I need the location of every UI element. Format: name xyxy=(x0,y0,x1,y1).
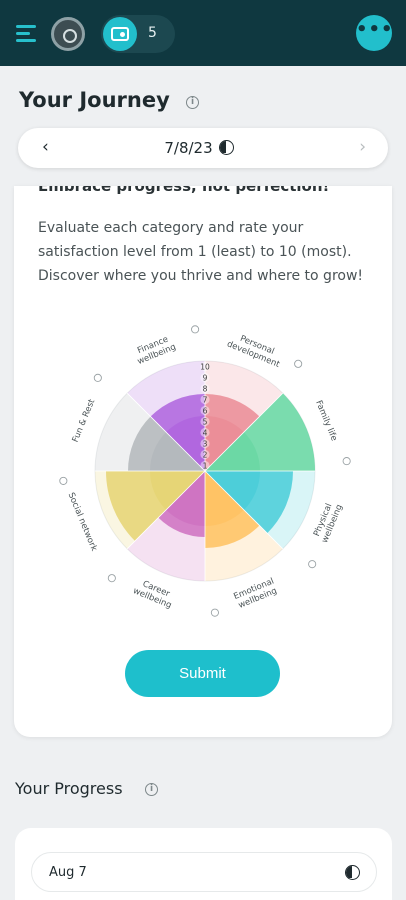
info-icon[interactable] xyxy=(93,373,102,382)
life-wheel[interactable]: Personaldevelopment Family life Physicalwe… xyxy=(55,321,355,621)
wheel-label-physical-wellbeing: Physicalwellbeing xyxy=(311,499,345,544)
date-selector: ‹ 7/8/23 › xyxy=(18,128,388,168)
scale-label: 10 xyxy=(200,363,210,372)
top-app-bar: 5 ••• xyxy=(0,0,406,66)
more-options-button[interactable]: ••• xyxy=(356,15,394,51)
wheel-label-family-life: Family life xyxy=(313,399,339,443)
scale-label: 4 xyxy=(203,429,208,438)
badge-count: 5 xyxy=(148,25,157,41)
progress-card: Aug 7 xyxy=(15,828,392,900)
wheel-label-finance-wellbeing: Financewellbeing xyxy=(132,333,177,367)
scale-label: 6 xyxy=(203,407,208,416)
info-icon[interactable]: i xyxy=(186,96,199,109)
info-icon[interactable] xyxy=(191,325,200,334)
info-icon[interactable] xyxy=(294,359,303,368)
info-icon[interactable] xyxy=(210,608,219,617)
rewards-badge[interactable]: 5 xyxy=(101,15,175,53)
scale-label: 2 xyxy=(203,451,208,460)
wheel-label-social-network: Social network xyxy=(66,491,99,553)
menu-icon[interactable] xyxy=(16,22,38,44)
wheel-label-personal-development: Personaldevelopment xyxy=(225,330,285,370)
progress-entry[interactable]: Aug 7 xyxy=(31,852,377,892)
page-title: Your Journey xyxy=(19,88,170,112)
scale-label: 5 xyxy=(203,418,208,427)
current-date[interactable]: 7/8/23 xyxy=(18,139,388,157)
scale-label: 7 xyxy=(203,396,208,405)
moon-phase-icon xyxy=(345,865,360,880)
info-icon[interactable]: i xyxy=(145,783,158,796)
wallet-icon xyxy=(103,17,137,51)
wheel-label-career-wellbeing: Careerwellbeing xyxy=(131,577,176,611)
scale-label: 9 xyxy=(203,374,208,383)
date-label: 7/8/23 xyxy=(164,139,213,157)
info-icon[interactable] xyxy=(308,560,317,569)
scale-label: 8 xyxy=(203,385,208,394)
scale-label: 3 xyxy=(203,440,208,449)
scale-label: 1 xyxy=(203,462,208,471)
progress-title: Your Progress xyxy=(15,779,123,798)
life-wheel-card: Embrace progress, not perfection! Evalua… xyxy=(14,186,392,737)
moon-phase-icon xyxy=(218,140,234,155)
card-heading: Embrace progress, not perfection! xyxy=(38,186,330,195)
info-icon[interactable] xyxy=(59,476,68,485)
progress-entry-date: Aug 7 xyxy=(49,865,87,880)
chevron-right-icon[interactable]: › xyxy=(359,137,366,157)
more-icon: ••• xyxy=(356,19,394,40)
wheel-label-fun-rest: Fun & Rest xyxy=(71,397,98,444)
card-description: Evaluate each category and rate your sat… xyxy=(38,220,364,284)
info-icon[interactable] xyxy=(342,457,351,466)
submit-button[interactable]: Submit xyxy=(125,650,280,697)
wheel-label-emotional-wellbeing: Emotionalwellbeing xyxy=(232,576,279,611)
info-icon[interactable] xyxy=(107,574,116,583)
avatar[interactable] xyxy=(51,17,85,51)
